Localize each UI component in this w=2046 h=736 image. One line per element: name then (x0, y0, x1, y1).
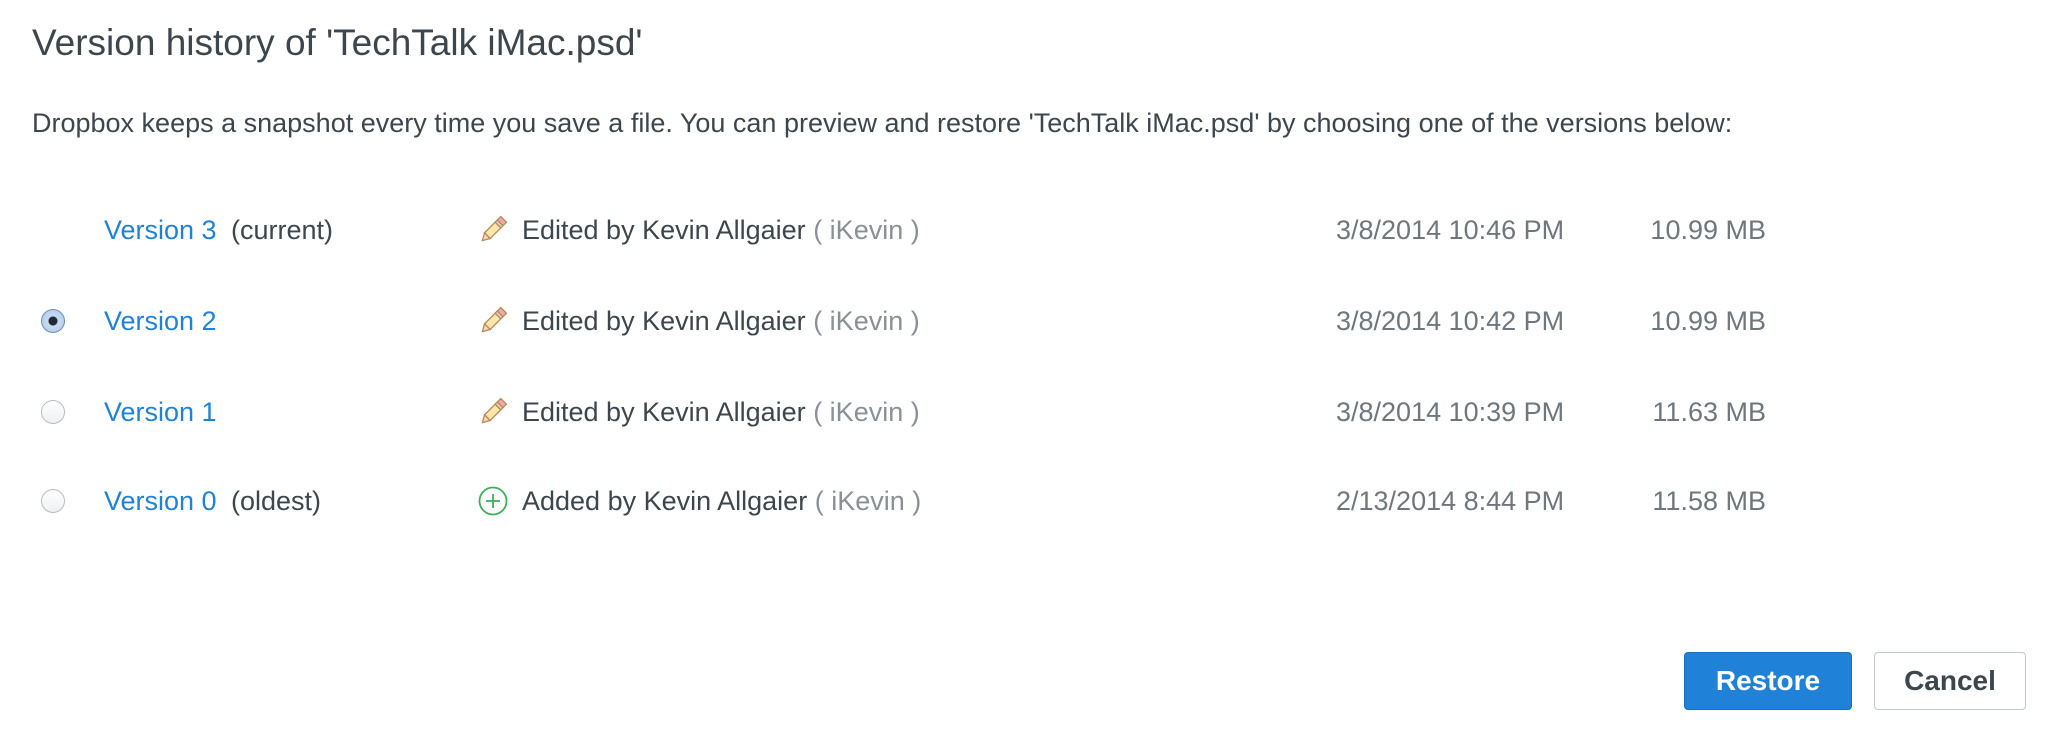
editor-action: Edited by Kevin Allgaier (522, 306, 806, 336)
editor-action: Edited by Kevin Allgaier (522, 397, 806, 427)
pencil-icon (481, 397, 508, 424)
version-row: Version 3 (current) Edited by Kevin Allg… (0, 202, 2046, 262)
editor-info: Edited by Kevin Allgaier ( iKevin ) (522, 397, 920, 428)
editor-action: Edited by Kevin Allgaier (522, 215, 806, 245)
editor-action: Added by Kevin Allgaier (522, 486, 808, 516)
version-link[interactable]: Version 0 (104, 486, 217, 517)
version-link[interactable]: Version 1 (104, 397, 217, 428)
version-link[interactable]: Version 3 (104, 215, 217, 246)
editor-info: Edited by Kevin Allgaier ( iKevin ) (522, 215, 920, 246)
version-link[interactable]: Version 2 (104, 306, 217, 337)
version-row: Version 1 Edited by Kevin Allgaier ( iKe… (0, 384, 2046, 444)
version-size: 10.99 MB (1650, 306, 1766, 336)
version-date: 3/8/2014 10:39 PM (1336, 397, 1565, 427)
version-row: Version 0 (oldest) Added by Kevin Allgai… (0, 473, 2046, 533)
version-date: 2/13/2014 8:44 PM (1336, 486, 1565, 516)
version-note: (current) (231, 215, 334, 245)
version-date: 3/8/2014 10:42 PM (1336, 306, 1565, 336)
editor-info: Edited by Kevin Allgaier ( iKevin ) (522, 306, 920, 337)
version-history-dialog: Version history of 'TechTalk iMac.psd' D… (0, 0, 2046, 736)
version-radio[interactable] (41, 489, 65, 513)
dialog-title: Version history of 'TechTalk iMac.psd' (32, 22, 643, 63)
version-row: Version 2 Edited by Kevin Allgaier ( iKe… (0, 293, 2046, 353)
version-size: 11.63 MB (1652, 397, 1766, 427)
version-radio[interactable] (41, 309, 65, 333)
plus-circle-icon (478, 486, 508, 516)
version-radio[interactable] (41, 400, 65, 424)
version-size: 10.99 MB (1650, 215, 1766, 245)
dialog-description: Dropbox keeps a snapshot every time you … (32, 108, 1733, 138)
restore-button[interactable]: Restore (1684, 652, 1852, 710)
editor-info: Added by Kevin Allgaier ( iKevin ) (522, 486, 921, 517)
editor-username: ( iKevin ) (813, 306, 920, 336)
pencil-icon (481, 306, 508, 333)
version-date: 3/8/2014 10:46 PM (1336, 215, 1565, 245)
cancel-button[interactable]: Cancel (1874, 652, 2026, 710)
version-note: (oldest) (231, 486, 322, 516)
editor-username: ( iKevin ) (814, 486, 922, 516)
pencil-icon (481, 215, 508, 242)
editor-username: ( iKevin ) (813, 397, 920, 427)
editor-username: ( iKevin ) (813, 215, 920, 245)
version-size: 11.58 MB (1652, 486, 1766, 516)
